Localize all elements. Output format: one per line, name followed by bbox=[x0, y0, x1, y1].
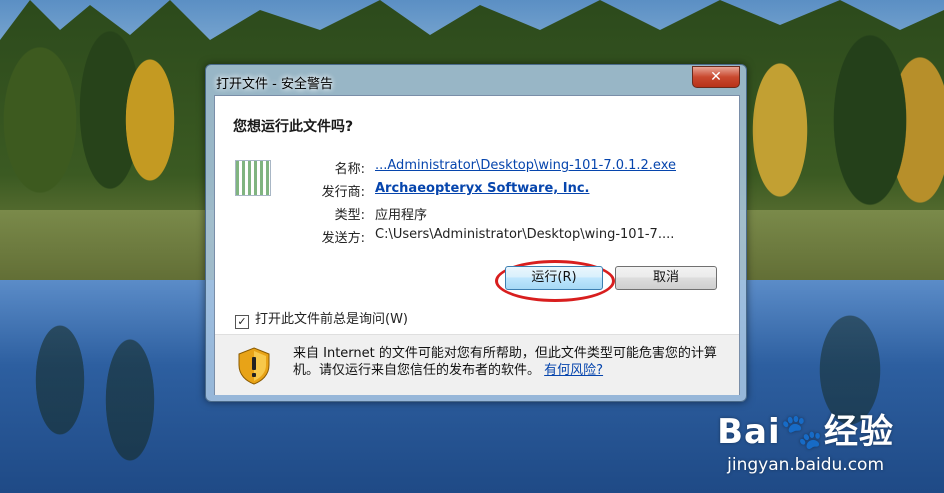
watermark-url: jingyan.baidu.com bbox=[727, 455, 885, 475]
risk-link[interactable]: 有何风险? bbox=[544, 363, 603, 378]
type-value: 应用程序 bbox=[375, 208, 428, 223]
close-button[interactable]: ✕ bbox=[692, 66, 740, 88]
file-icon bbox=[235, 160, 271, 196]
shield-warning-icon bbox=[238, 347, 270, 385]
cancel-button[interactable]: 取消 bbox=[615, 266, 717, 290]
from-value: C:\Users\Administrator\Desktop\wing-101-… bbox=[375, 227, 675, 242]
baidu-watermark: Bai🐾经验 jingyan.baidu.com bbox=[717, 404, 894, 475]
file-name-link[interactable]: ...Administrator\Desktop\wing-101-7.0.1.… bbox=[375, 158, 676, 173]
publisher-link[interactable]: Archaeopteryx Software, Inc. bbox=[375, 181, 589, 196]
security-warning-dialog: 打开文件 - 安全警告 ✕ 您想运行此文件吗? 名称: ...Administr… bbox=[205, 64, 747, 402]
always-ask-label: 打开此文件前总是询问(W) bbox=[255, 312, 408, 327]
dialog-titlebar[interactable]: 打开文件 - 安全警告 ✕ bbox=[206, 65, 746, 95]
from-label: 发送方: bbox=[321, 231, 365, 246]
always-ask-checkbox[interactable]: ✓ bbox=[235, 315, 249, 329]
always-ask-row[interactable]: ✓ 打开此文件前总是询问(W) bbox=[235, 308, 408, 329]
close-icon: ✕ bbox=[710, 69, 722, 85]
warning-text: 来自 Internet 的文件可能对您有所帮助，但此文件类型可能危害您的计算机。… bbox=[293, 346, 717, 378]
dialog-heading: 您想运行此文件吗? bbox=[233, 119, 354, 135]
watermark-logo: Bai🐾经验 bbox=[717, 412, 894, 452]
run-button[interactable]: 运行(R) bbox=[505, 266, 603, 290]
dialog-title: 打开文件 - 安全警告 bbox=[216, 77, 333, 92]
name-label: 名称: bbox=[334, 162, 365, 177]
publisher-label: 发行商: bbox=[321, 185, 365, 200]
dialog-content: 您想运行此文件吗? 名称: ...Administrator\Desktop\w… bbox=[214, 95, 740, 395]
warning-panel: 来自 Internet 的文件可能对您有所帮助，但此文件类型可能危害您的计算机。… bbox=[215, 334, 739, 395]
warning-text-block: 来自 Internet 的文件可能对您有所帮助，但此文件类型可能危害您的计算机。… bbox=[293, 345, 733, 379]
type-label: 类型: bbox=[334, 208, 365, 223]
